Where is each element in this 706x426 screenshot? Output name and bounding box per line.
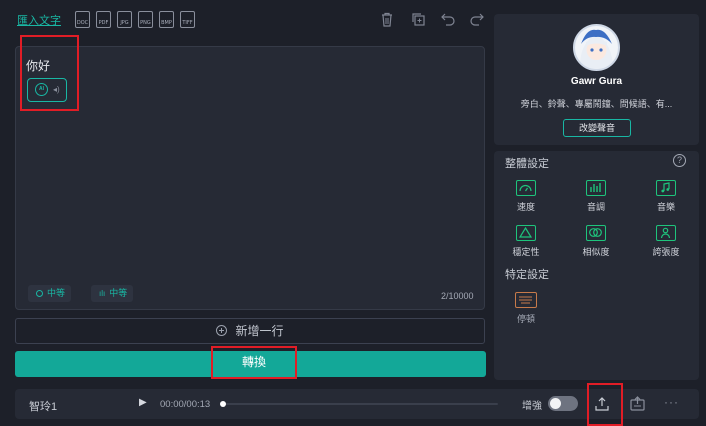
setting-music-label: 音樂 — [656, 202, 675, 212]
speedometer-icon — [516, 180, 536, 196]
overlap-circles-icon — [586, 225, 606, 241]
enhance-toggle[interactable] — [548, 396, 578, 411]
overall-settings-title: 整體設定 — [505, 158, 549, 170]
add-row-button[interactable]: 新增一行 — [15, 318, 485, 344]
pdf-label: PDF — [98, 20, 109, 26]
setting-speed-label: 速度 — [516, 202, 535, 212]
char-count: 2/10000 — [441, 291, 474, 301]
speed-pill[interactable]: 中等 — [28, 285, 72, 302]
progress-handle[interactable] — [220, 401, 226, 407]
more-icon[interactable]: ··· — [664, 395, 679, 409]
png-file-icon[interactable]: PNG — [138, 11, 153, 28]
bmp-label: BMP — [161, 20, 172, 26]
tiff-file-icon[interactable]: TIFF — [180, 11, 195, 28]
pitch-pill[interactable]: ılı 中等 — [91, 285, 134, 302]
setting-similarity[interactable]: 相似度 — [566, 225, 626, 258]
import-text-link[interactable]: 匯入文字 — [17, 12, 61, 28]
person-icon — [656, 225, 676, 241]
setting-pause-label: 停頓 — [516, 314, 535, 324]
undo-icon[interactable] — [440, 12, 456, 28]
track-name: 智玲1 — [29, 401, 58, 413]
change-voice-button[interactable]: 改變聲音 — [563, 119, 631, 137]
copy-icon[interactable] — [410, 12, 426, 28]
share-icon[interactable] — [629, 395, 646, 412]
redo-icon[interactable] — [469, 12, 485, 28]
bar-chart-icon — [586, 180, 606, 196]
play-circle-icon — [36, 290, 43, 297]
doc-file-icon[interactable]: DOC — [75, 11, 90, 28]
keyboard-icon — [515, 292, 537, 308]
png-label: PNG — [140, 20, 151, 26]
setting-stability-label: 穩定性 — [512, 247, 540, 257]
speed-pill-label: 中等 — [47, 288, 66, 298]
plus-circle-icon — [216, 325, 228, 336]
pdf-file-icon[interactable]: PDF — [96, 11, 111, 28]
enhance-label: 增強 — [522, 401, 542, 412]
setting-pitch[interactable]: 音調 — [566, 180, 626, 213]
music-note-icon — [656, 180, 676, 196]
bmp-file-icon[interactable]: BMP — [159, 11, 174, 28]
setting-pause[interactable]: 停頓 — [496, 292, 556, 325]
voice-description: 旁白、鈴聲、專屬鬧鐘、問候語、有... — [520, 99, 673, 109]
pitch-pill-label: 中等 — [109, 288, 128, 298]
highlight-box-convert — [211, 346, 297, 379]
specific-settings-title: 特定設定 — [505, 269, 549, 281]
trash-icon[interactable] — [379, 12, 395, 28]
play-icon[interactable]: ▶ — [139, 397, 147, 408]
setting-exaggeration[interactable]: 誇張度 — [636, 225, 696, 258]
highlight-box-ai — [20, 35, 79, 111]
jpg-file-icon[interactable]: JPG — [117, 11, 132, 28]
highlight-box-export — [587, 383, 623, 426]
waveform-icon: ılı — [99, 289, 106, 298]
progress-track[interactable] — [222, 403, 498, 405]
setting-speed[interactable]: 速度 — [496, 180, 556, 213]
time-display: 00:00/00:13 — [160, 399, 211, 410]
avatar — [573, 24, 620, 71]
add-row-label: 新增一行 — [235, 324, 284, 338]
setting-music[interactable]: 音樂 — [636, 180, 696, 213]
tiff-label: TIFF — [182, 20, 193, 26]
triangle-icon — [516, 225, 536, 241]
help-icon[interactable]: ? — [673, 154, 686, 167]
voice-name: Gawr Gura — [570, 76, 623, 87]
doc-label: DOC — [76, 20, 89, 26]
jpg-label: JPG — [120, 20, 129, 26]
setting-stability[interactable]: 穩定性 — [496, 225, 556, 258]
setting-similarity-label: 相似度 — [582, 247, 610, 257]
setting-exaggeration-label: 誇張度 — [652, 247, 680, 257]
text-editor[interactable] — [15, 46, 485, 310]
setting-pitch-label: 音調 — [586, 202, 605, 212]
